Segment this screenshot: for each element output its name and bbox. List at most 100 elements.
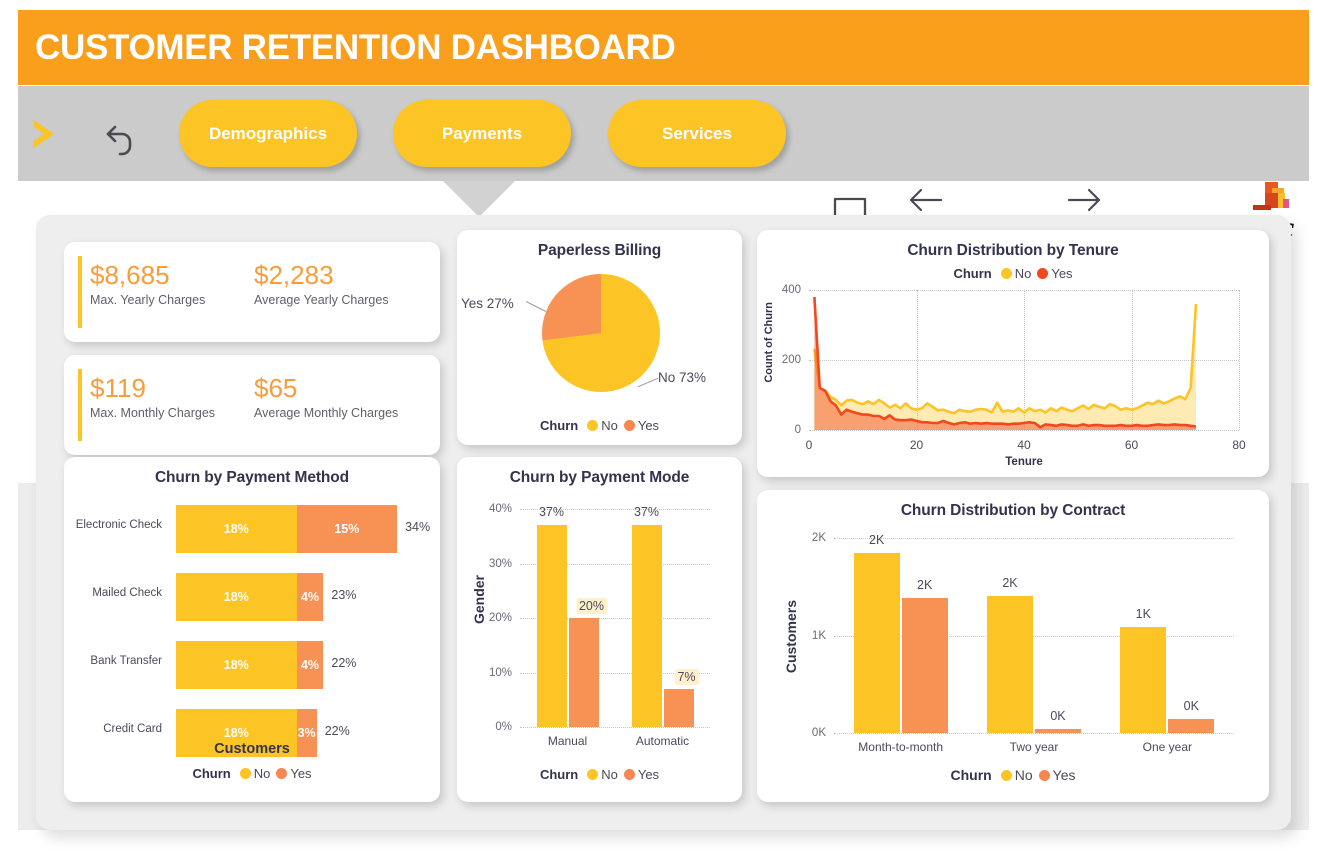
legend-item-yes[interactable]: Yes (1037, 266, 1073, 281)
column-plot-area[interactable]: 0K 1K 2K 2K 2K Month-to-month 2K 0K Two year 1K 0K… (812, 532, 1234, 754)
area-plot-area[interactable]: 0 200 400 0 20 40 60 80 Count of Churn Tenure (763, 284, 1246, 468)
bar-total-label: 22% (331, 656, 357, 670)
stacked-bar-plot-area[interactable]: Electronic Check 18% 15% 34% Mailed Check 18%… (64, 499, 440, 771)
gridline (834, 733, 1234, 734)
legend-item-yes[interactable]: Yes (623, 418, 659, 433)
bar-value-label: 7% (674, 668, 699, 685)
undo-arrow-icon[interactable] (96, 112, 140, 156)
nav-button-demographics[interactable]: Demographics (179, 100, 357, 167)
bar-row[interactable]: Electronic Check 18% 15% 34% (64, 499, 440, 567)
legend-swatch-yes (1037, 268, 1049, 279)
area-line-no[interactable] (813, 303, 1198, 415)
nav-button-label: Payments (441, 123, 523, 143)
legend-item-no[interactable]: No (587, 418, 618, 433)
chart-legend: Churn No Yes (757, 767, 1269, 783)
bar-row[interactable]: Bank Transfer 18% 4% 22% (64, 635, 440, 703)
x-axis-tick: 0 (805, 438, 813, 452)
legend-title: Churn (950, 767, 992, 783)
chart-title: Churn by Payment Method (154, 469, 350, 486)
chart-title: Churn Distribution by Tenure (907, 242, 1119, 259)
chart-title: Churn Distribution by Contract (900, 502, 1126, 519)
chart-legend: Churn No Yes (757, 266, 1269, 281)
legend-swatch-yes (623, 420, 635, 431)
legend-label-yes: Yes (1052, 767, 1076, 783)
bar-yes[interactable] (663, 688, 694, 727)
legend-item-no[interactable]: No (239, 766, 271, 781)
bar-yes[interactable] (1035, 728, 1081, 733)
bar-no[interactable] (987, 595, 1033, 733)
nav-button-services[interactable]: Services (608, 100, 786, 167)
arrow-right-icon[interactable] (1065, 182, 1105, 218)
kpi-accent-bar (78, 256, 82, 328)
bar-segment-yes[interactable]: 4% (296, 573, 324, 621)
bar-yes[interactable] (568, 618, 599, 727)
bar-segment-yes[interactable]: 15% (296, 505, 398, 553)
y-axis-tick: 0% (495, 721, 512, 733)
legend-item-yes[interactable]: Yes (276, 766, 312, 781)
legend-swatch-yes (1038, 769, 1050, 781)
chart-title: Paperless Billing (537, 242, 662, 259)
legend-label-no: No (253, 766, 271, 781)
nav-button-payments[interactable]: Payments (393, 100, 571, 167)
column-plot-area[interactable]: 0% 10% 20% 30% 40% 37% 20% Manual 37% 7% Automatic (489, 503, 710, 748)
legend-swatch-yes (276, 768, 288, 779)
bar-yes[interactable] (1168, 719, 1215, 733)
legend-item-yes[interactable]: Yes (1038, 767, 1076, 783)
bar-segment-yes[interactable]: 4% (296, 641, 324, 689)
kpi-value: $65 (254, 373, 298, 403)
bar-total-label: 23% (331, 588, 357, 602)
arrow-left-icon[interactable] (905, 182, 945, 218)
y-axis-title: Gender (471, 575, 487, 625)
legend-title: Churn (539, 418, 579, 433)
bar-row[interactable]: Mailed Check 18% 4% 23% (64, 567, 440, 635)
chevron-right-icon[interactable] (25, 112, 69, 156)
legend-swatch-yes (623, 769, 635, 780)
chart-card-churn-by-payment-method[interactable]: Churn by Payment Method Electronic Check… (64, 457, 440, 802)
bar-value-label: 2K (917, 578, 933, 593)
legend-title: Churn (539, 767, 579, 782)
y-axis-tick: 40% (488, 503, 512, 515)
bar-total-label: 22% (324, 724, 350, 738)
x-axis-tick: 40 (1017, 438, 1031, 452)
kpi-card-monthly: $119 Max. Monthly Charges $65 Average Mo… (64, 355, 440, 455)
x-axis-tick: 60 (1124, 438, 1139, 452)
chart-legend: Churn No Yes (64, 766, 440, 781)
pie-leader-line-yes (525, 301, 547, 312)
gridline (1239, 290, 1240, 430)
chart-card-churn-by-contract[interactable]: Churn Distribution by Contract Customers… (757, 490, 1269, 802)
bar-no[interactable] (1120, 626, 1167, 733)
chart-legend: Churn No Yes (457, 767, 742, 782)
page-title: CUSTOMER RETENTION DASHBOARD (35, 27, 676, 67)
kpi-max-yearly-charges: $8,685 Max. Yearly Charges (90, 260, 205, 307)
legend-item-yes[interactable]: Yes (623, 767, 659, 782)
pie-plot-area: Yes 27% No 73% (457, 260, 742, 410)
legend-title: Churn (192, 766, 231, 781)
y-axis-tick: 0 (794, 424, 801, 436)
legend-label-yes: Yes (1051, 266, 1073, 281)
legend-item-no[interactable]: No (1000, 266, 1031, 281)
bar-value-label: 2K (1002, 575, 1018, 590)
bar-no[interactable] (631, 525, 662, 727)
legend-item-no[interactable]: No (1000, 767, 1033, 783)
bar-segment-no[interactable]: 18% (176, 573, 297, 621)
y-axis-tick: 2K (811, 532, 826, 544)
pie-chart[interactable] (542, 274, 660, 392)
chart-card-paperless-billing[interactable]: Paperless Billing Yes 27% No 73% Churn N… (457, 230, 742, 445)
chart-card-churn-by-payment-mode[interactable]: Churn by Payment Mode Gender 0% 10% 20% 30%… (457, 457, 742, 802)
bar-no[interactable] (536, 525, 567, 727)
legend-item-no[interactable]: No (587, 767, 618, 782)
bar-row[interactable]: Credit Card 18% 3% 22% (64, 703, 440, 771)
x-axis-title: Tenure (1005, 456, 1043, 468)
x-axis-tick: One year (1142, 740, 1193, 754)
bar-segment-no[interactable]: 18% (176, 641, 297, 689)
kpi-average-yearly-charges: $2,283 Average Yearly Charges (254, 260, 389, 307)
chart-card-churn-by-tenure[interactable]: Churn Distribution by Tenure Churn No Ye… (757, 230, 1269, 477)
kpi-label: Average Yearly Charges (254, 293, 389, 307)
bar-category-label: Credit Card (103, 723, 162, 735)
bar-segment-no[interactable]: 18% (176, 505, 297, 553)
y-axis-tick: 30% (488, 557, 512, 570)
legend-swatch-no (1000, 769, 1012, 781)
bar-no[interactable] (853, 552, 900, 733)
bar-yes[interactable] (901, 598, 948, 733)
pie-label-no: No 73% (658, 370, 707, 385)
